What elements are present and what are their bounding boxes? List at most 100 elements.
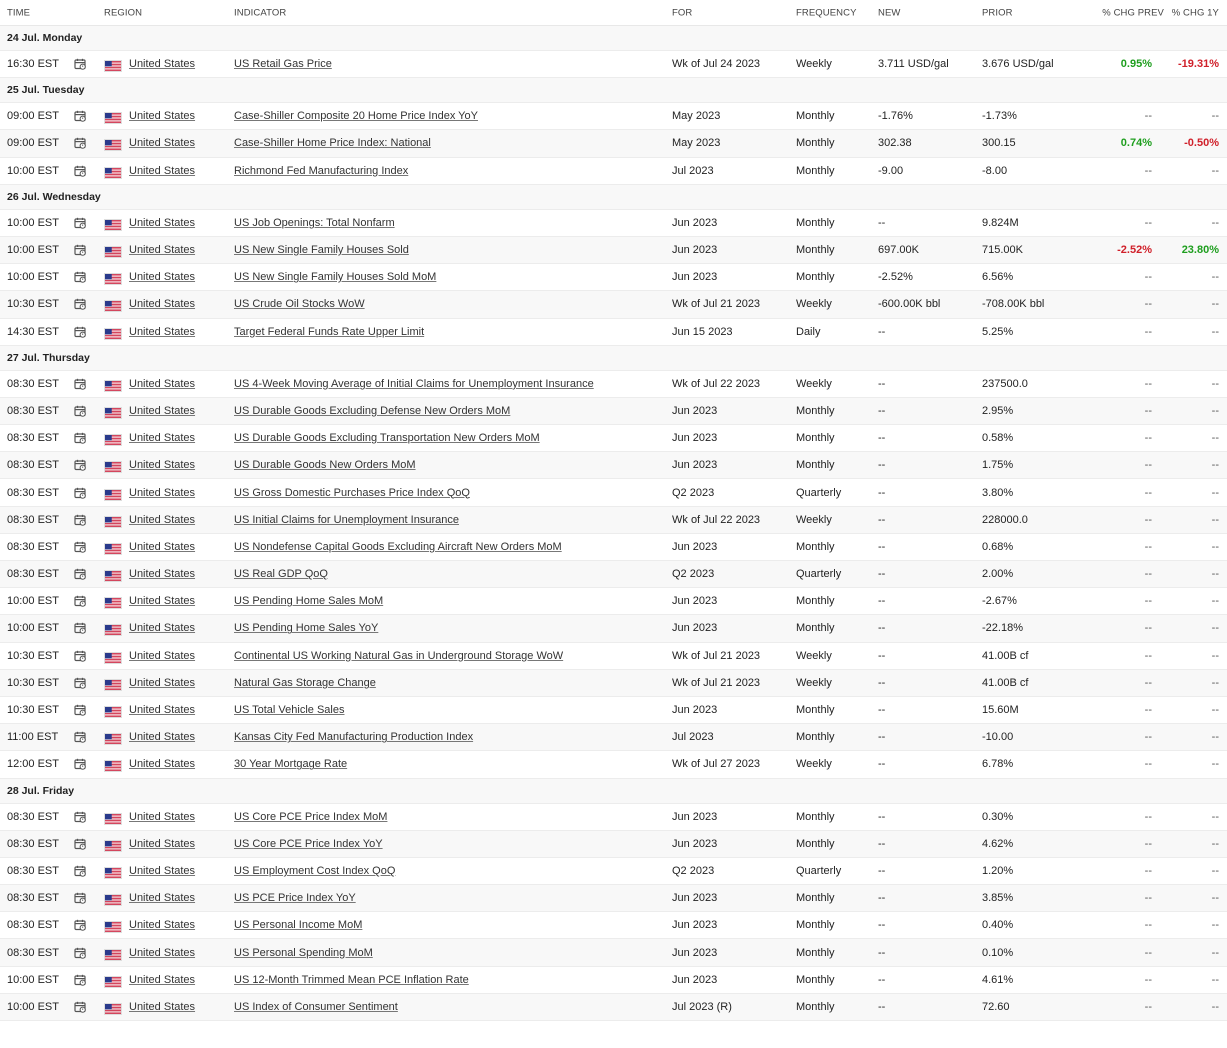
indicator-link[interactable]: Natural Gas Storage Change (234, 677, 376, 689)
calendar-reminder-icon[interactable] (74, 271, 86, 284)
indicator-link[interactable]: Kansas City Fed Manufacturing Production… (234, 731, 473, 743)
region-link[interactable]: United States (129, 165, 195, 177)
header-new[interactable]: NEW (878, 7, 900, 18)
region-link[interactable]: United States (129, 110, 195, 122)
region-link[interactable]: United States (129, 541, 195, 553)
indicator-link[interactable]: US Durable Goods New Orders MoM (234, 459, 416, 471)
indicator-link[interactable]: US Personal Spending MoM (234, 947, 373, 959)
indicator-link[interactable]: US Index of Consumer Sentiment (234, 1001, 398, 1013)
indicator-link[interactable]: US Crude Oil Stocks WoW (234, 298, 365, 310)
region-link[interactable]: United States (129, 326, 195, 338)
region-link[interactable]: United States (129, 677, 195, 689)
calendar-reminder-icon[interactable] (74, 110, 86, 123)
calendar-reminder-icon[interactable] (74, 298, 86, 311)
calendar-reminder-icon[interactable] (74, 217, 86, 229)
indicator-link[interactable]: US New Single Family Houses Sold (234, 244, 409, 256)
calendar-reminder-icon[interactable] (74, 622, 86, 635)
region-link[interactable]: United States (129, 271, 195, 283)
calendar-reminder-icon[interactable] (74, 704, 86, 716)
indicator-link[interactable]: Richmond Fed Manufacturing Index (234, 165, 408, 177)
calendar-reminder-icon[interactable] (74, 919, 86, 932)
region-link[interactable]: United States (129, 650, 195, 662)
calendar-reminder-icon[interactable] (74, 974, 86, 986)
indicator-link[interactable]: 30 Year Mortgage Rate (234, 758, 347, 770)
region-link[interactable]: United States (129, 919, 195, 931)
region-link[interactable]: United States (129, 974, 195, 986)
header-prior[interactable]: PRIOR (982, 7, 1013, 18)
region-link[interactable]: United States (129, 568, 195, 580)
indicator-link[interactable]: Case-Shiller Home Price Index: National (234, 137, 431, 149)
calendar-reminder-icon[interactable] (74, 947, 86, 959)
region-link[interactable]: United States (129, 838, 195, 850)
calendar-reminder-icon[interactable] (74, 758, 86, 771)
region-link[interactable]: United States (129, 892, 195, 904)
calendar-reminder-icon[interactable] (74, 432, 86, 444)
region-link[interactable]: United States (129, 298, 195, 310)
calendar-reminder-icon[interactable] (74, 378, 86, 390)
calendar-reminder-icon[interactable] (74, 865, 86, 877)
calendar-reminder-icon[interactable] (74, 326, 86, 338)
calendar-reminder-icon[interactable] (74, 568, 86, 580)
calendar-reminder-icon[interactable] (74, 244, 86, 256)
region-link[interactable]: United States (129, 58, 195, 70)
region-link[interactable]: United States (129, 758, 195, 770)
region-link[interactable]: United States (129, 405, 195, 417)
indicator-link[interactable]: US Initial Claims for Unemployment Insur… (234, 514, 459, 526)
region-link[interactable]: United States (129, 947, 195, 959)
indicator-link[interactable]: US Real GDP QoQ (234, 568, 328, 580)
region-link[interactable]: United States (129, 1001, 195, 1013)
header-for[interactable]: FOR (672, 7, 692, 18)
calendar-reminder-icon[interactable] (74, 541, 86, 553)
indicator-link[interactable]: US New Single Family Houses Sold MoM (234, 271, 436, 283)
calendar-reminder-icon[interactable] (74, 595, 86, 608)
region-link[interactable]: United States (129, 811, 195, 823)
region-link[interactable]: United States (129, 865, 195, 877)
region-link[interactable]: United States (129, 137, 195, 149)
region-link[interactable]: United States (129, 432, 195, 444)
calendar-reminder-icon[interactable] (74, 811, 86, 823)
indicator-link[interactable]: Target Federal Funds Rate Upper Limit (234, 326, 424, 338)
indicator-link[interactable]: US Core PCE Price Index MoM (234, 811, 387, 823)
calendar-reminder-icon[interactable] (74, 514, 86, 526)
calendar-reminder-icon[interactable] (74, 677, 86, 689)
indicator-link[interactable]: US 12-Month Trimmed Mean PCE Inflation R… (234, 974, 469, 986)
indicator-link[interactable]: US Durable Goods Excluding Defense New O… (234, 405, 510, 417)
calendar-reminder-icon[interactable] (74, 137, 86, 150)
indicator-link[interactable]: US Gross Domestic Purchases Price Index … (234, 487, 470, 499)
indicator-link[interactable]: US Retail Gas Price (234, 58, 332, 70)
region-link[interactable]: United States (129, 459, 195, 471)
region-link[interactable]: United States (129, 622, 195, 634)
region-link[interactable]: United States (129, 514, 195, 526)
indicator-link[interactable]: US Durable Goods Excluding Transportatio… (234, 432, 540, 444)
header-frequency[interactable]: FREQUENCY (796, 7, 857, 18)
calendar-reminder-icon[interactable] (74, 165, 86, 177)
indicator-link[interactable]: Case-Shiller Composite 20 Home Price Ind… (234, 110, 478, 122)
region-link[interactable]: United States (129, 595, 195, 607)
region-link[interactable]: United States (129, 378, 195, 390)
calendar-reminder-icon[interactable] (74, 58, 86, 70)
indicator-link[interactable]: US 4-Week Moving Average of Initial Clai… (234, 378, 594, 390)
header-indicator[interactable]: INDICATOR (234, 7, 286, 18)
header-chg-prev[interactable]: % CHG PREV (1102, 7, 1164, 18)
indicator-link[interactable]: Continental US Working Natural Gas in Un… (234, 650, 563, 662)
indicator-link[interactable]: US Nondefense Capital Goods Excluding Ai… (234, 541, 562, 553)
calendar-reminder-icon[interactable] (74, 892, 86, 904)
indicator-link[interactable]: US Core PCE Price Index YoY (234, 838, 383, 850)
indicator-link[interactable]: US Job Openings: Total Nonfarm (234, 217, 395, 229)
region-link[interactable]: United States (129, 217, 195, 229)
calendar-reminder-icon[interactable] (74, 405, 86, 417)
indicator-link[interactable]: US Total Vehicle Sales (234, 704, 344, 716)
header-region[interactable]: REGION (104, 7, 142, 18)
calendar-reminder-icon[interactable] (74, 650, 86, 662)
indicator-link[interactable]: US PCE Price Index YoY (234, 892, 356, 904)
region-link[interactable]: United States (129, 731, 195, 743)
region-link[interactable]: United States (129, 244, 195, 256)
calendar-reminder-icon[interactable] (74, 1001, 86, 1013)
indicator-link[interactable]: US Personal Income MoM (234, 919, 362, 931)
region-link[interactable]: United States (129, 704, 195, 716)
indicator-link[interactable]: US Pending Home Sales YoY (234, 622, 378, 634)
indicator-link[interactable]: US Employment Cost Index QoQ (234, 865, 395, 877)
region-link[interactable]: United States (129, 487, 195, 499)
header-time[interactable]: TIME (7, 7, 30, 18)
calendar-reminder-icon[interactable] (74, 459, 86, 472)
